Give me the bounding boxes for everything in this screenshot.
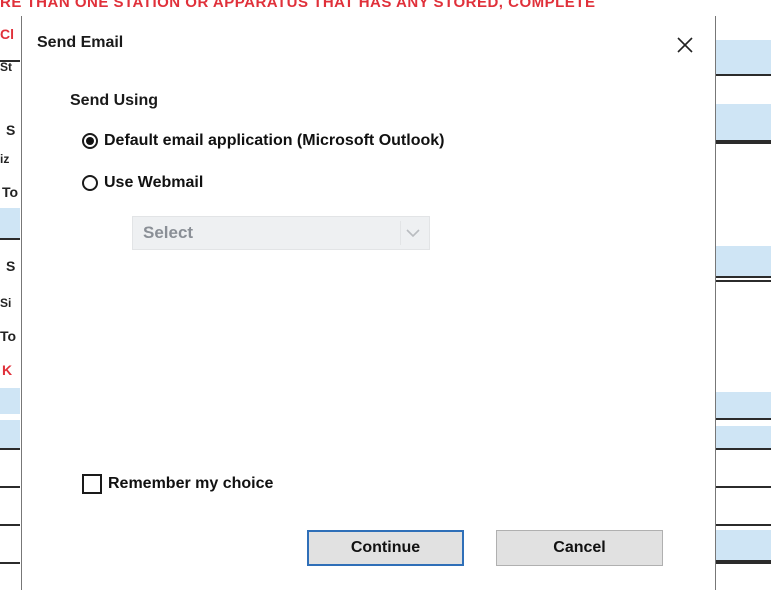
background-field[interactable] [0, 388, 20, 414]
close-button[interactable] [672, 32, 698, 58]
select-value: Select [143, 223, 194, 242]
background-label: S [6, 258, 16, 274]
radio-label: Default email application (Microsoft Out… [104, 132, 445, 149]
background-rule [716, 486, 771, 488]
background-field[interactable] [716, 40, 771, 76]
background-rule [716, 142, 771, 144]
background-label: St [0, 60, 12, 74]
background-rule [0, 524, 20, 526]
background-label: K [2, 362, 13, 378]
background-rule [0, 60, 20, 62]
radio-label: Use Webmail [104, 174, 204, 191]
background-field[interactable] [716, 426, 771, 450]
background-field[interactable] [716, 392, 771, 420]
radio-unselected-icon [82, 175, 98, 191]
radio-selected-icon [82, 133, 98, 149]
background-label: To [2, 184, 19, 200]
chevron-down-icon [400, 221, 425, 245]
close-icon [677, 37, 693, 53]
send-using-label: Send Using [70, 92, 159, 109]
checkbox-label: Remember my choice [108, 475, 274, 492]
background-rule [0, 562, 20, 564]
cancel-button[interactable]: Cancel [496, 530, 663, 566]
background-label: Si [0, 296, 12, 310]
background-rule [716, 524, 771, 526]
background-label: S [6, 122, 16, 138]
background-rule [716, 280, 771, 282]
dialog-title: Send Email [37, 34, 124, 51]
background-field[interactable] [716, 530, 771, 562]
background-field[interactable] [716, 246, 771, 278]
background-rule [0, 448, 20, 450]
background-label: To [0, 328, 17, 344]
checkbox-icon [82, 474, 102, 494]
radio-default-email-app[interactable]: Default email application (Microsoft Out… [82, 132, 444, 150]
background-field[interactable] [716, 104, 771, 142]
background-label: iz [0, 152, 10, 166]
background-rule [716, 562, 771, 564]
continue-button[interactable]: Continue [307, 530, 464, 566]
webmail-select[interactable]: Select [132, 216, 430, 250]
background-rule [0, 238, 20, 240]
background-banner-text: RE THAN ONE STATION OR APPARATUS THAT HA… [0, 0, 596, 11]
background-field[interactable] [0, 420, 20, 448]
send-email-dialog: Send Email Send Using Default email appl… [21, 16, 716, 590]
background-label: Cl [0, 26, 14, 42]
radio-use-webmail[interactable]: Use Webmail [82, 174, 203, 192]
remember-choice-checkbox[interactable]: Remember my choice [82, 474, 273, 494]
background-rule [0, 486, 20, 488]
background-field[interactable] [0, 208, 20, 238]
